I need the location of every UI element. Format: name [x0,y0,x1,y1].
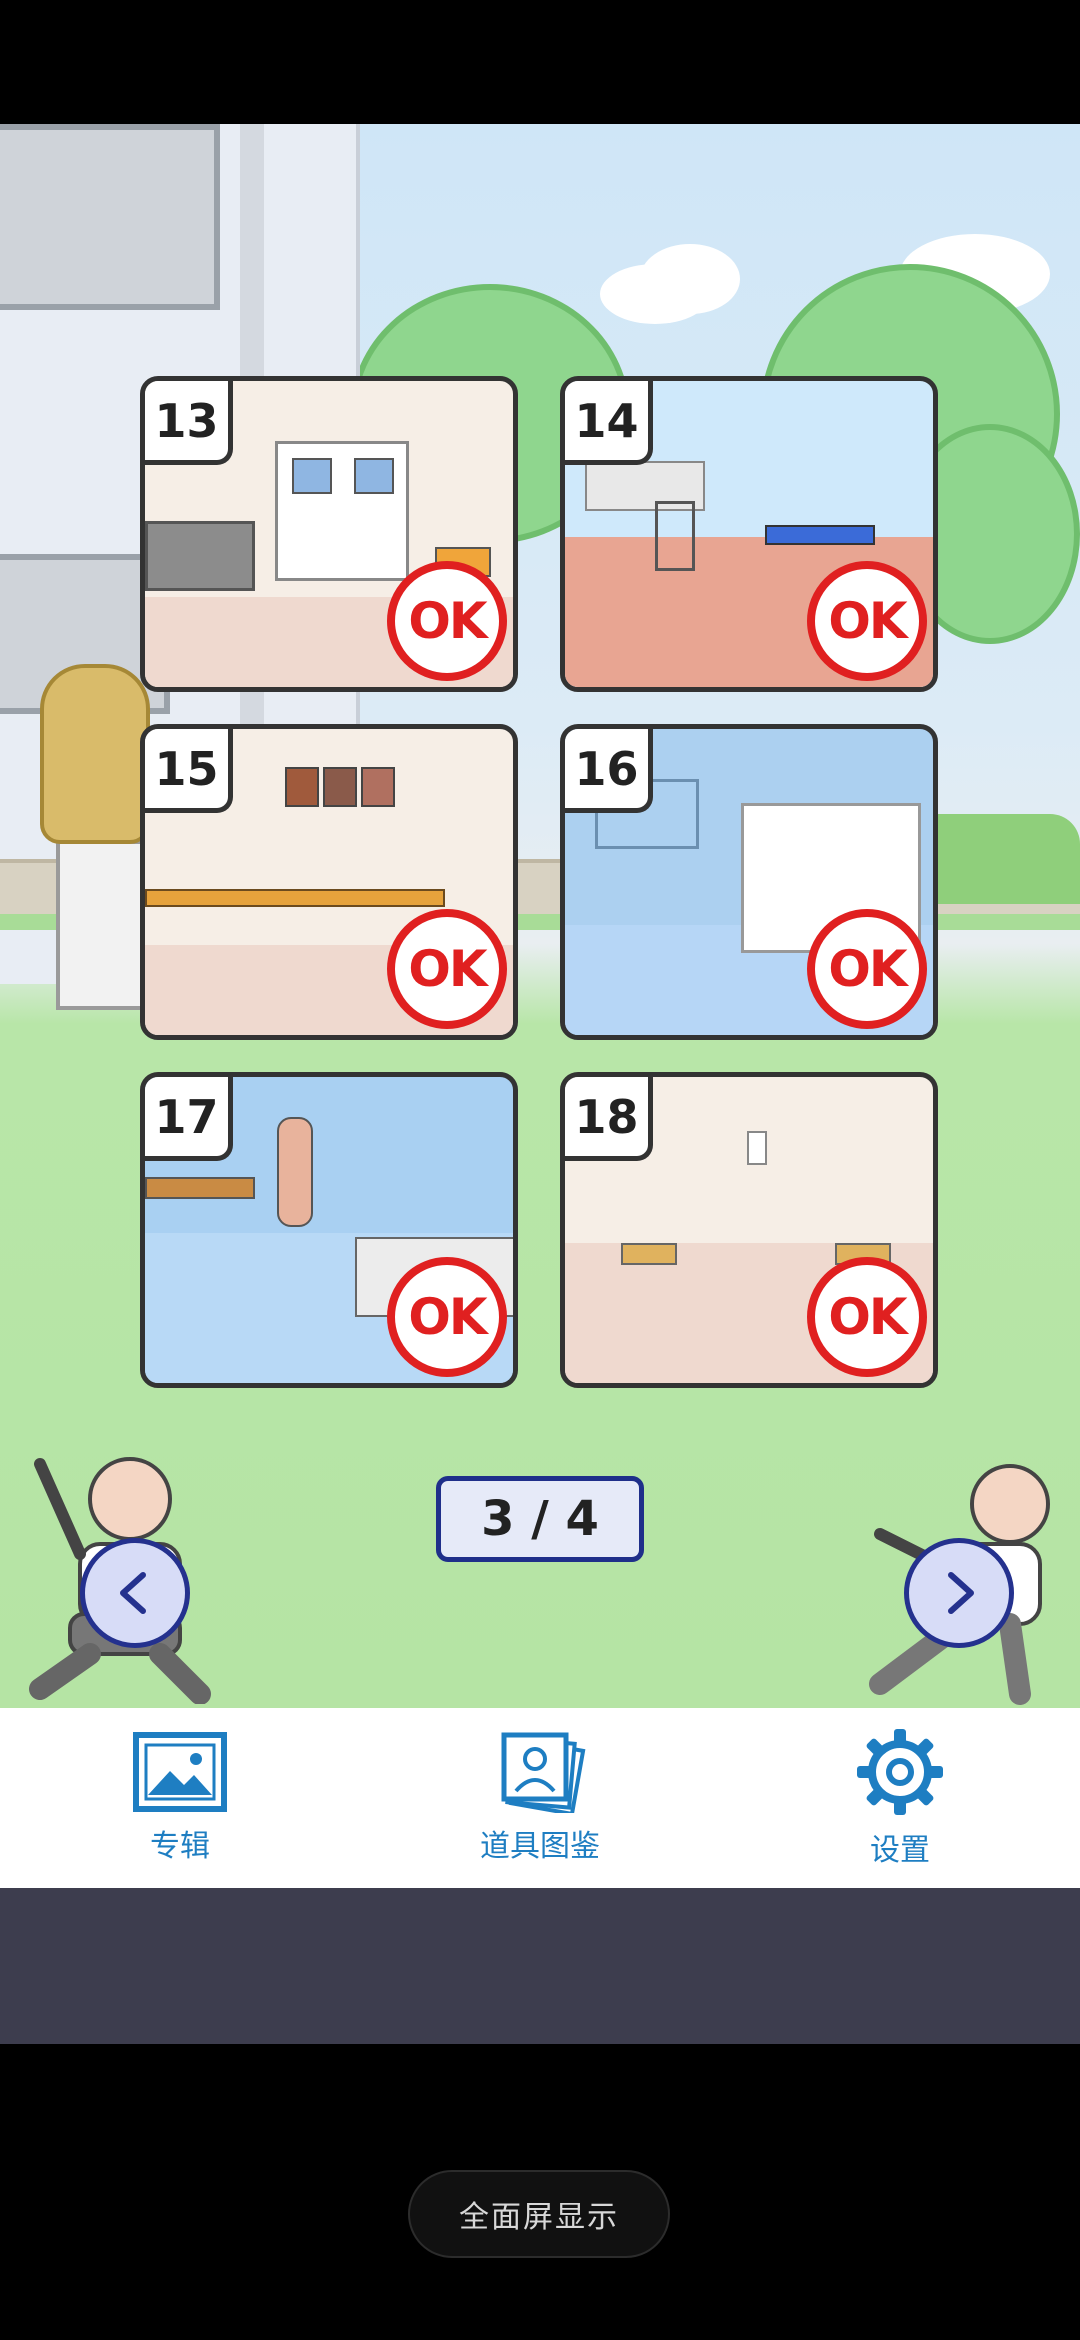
level-number: 13 [145,381,233,465]
prev-page-button[interactable] [80,1538,190,1648]
lab-table [145,1177,255,1199]
item-catalog-icon [501,1732,586,1813]
level-number: 18 [565,1077,653,1161]
game-scene: 13 OK 14 OK 15 OK 16 OK 17 OK 18 OK 3 / … [0,124,1080,1708]
status-bar [0,0,1080,124]
level-card-18[interactable]: 18 OK [560,1072,938,1388]
level-number: 17 [145,1077,233,1161]
hurdles [655,501,695,571]
table-tennis-table [765,525,875,545]
statue-pedestal [56,840,148,1010]
ok-stamp: OK [387,909,507,1029]
chevron-right-icon [948,1572,974,1614]
level-card-16[interactable]: 16 OK [560,724,938,1040]
ok-stamp: OK [387,561,507,681]
statue [40,664,150,844]
bottom-tab-bar: 专辑 道具图鉴 设置 [0,1708,1080,1888]
tab-label: 设置 [870,1833,930,1868]
ok-stamp: OK [807,909,927,1029]
building-window [0,124,220,310]
ok-stamp: OK [807,561,927,681]
ok-stamp: OK [387,1257,507,1377]
next-page-button[interactable] [904,1538,1014,1648]
tab-label: 专辑 [150,1829,210,1864]
page-indicator: 3 / 4 [436,1476,644,1562]
cloud [640,244,740,314]
tab-album[interactable]: 专辑 [0,1708,360,1888]
anatomy-model [277,1117,313,1227]
gear-icon [857,1729,943,1815]
level-card-15[interactable]: 15 OK [140,724,518,1040]
cardboard-box [621,1243,677,1265]
level-card-17[interactable]: 17 OK [140,1072,518,1388]
double-door [275,441,409,581]
level-card-13[interactable]: 13 OK [140,376,518,692]
album-icon [133,1732,227,1812]
level-number: 16 [565,729,653,813]
fire-alarm [747,1131,767,1165]
chevron-left-icon [120,1572,146,1614]
ok-stamp: OK [807,1257,927,1377]
fullscreen-display-button[interactable]: 全面屏显示 [408,2170,670,2258]
tab-item-catalog[interactable]: 道具图鉴 [360,1708,720,1888]
tab-label: 道具图鉴 [480,1829,600,1864]
shoe-locker [145,521,255,591]
tab-settings[interactable]: 设置 [720,1708,1080,1888]
level-card-14[interactable]: 14 OK [560,376,938,692]
bench-row [145,889,445,907]
level-number: 15 [145,729,233,813]
ad-banner-area [0,1888,1080,2044]
level-number: 14 [565,381,653,465]
portraits [285,767,395,807]
